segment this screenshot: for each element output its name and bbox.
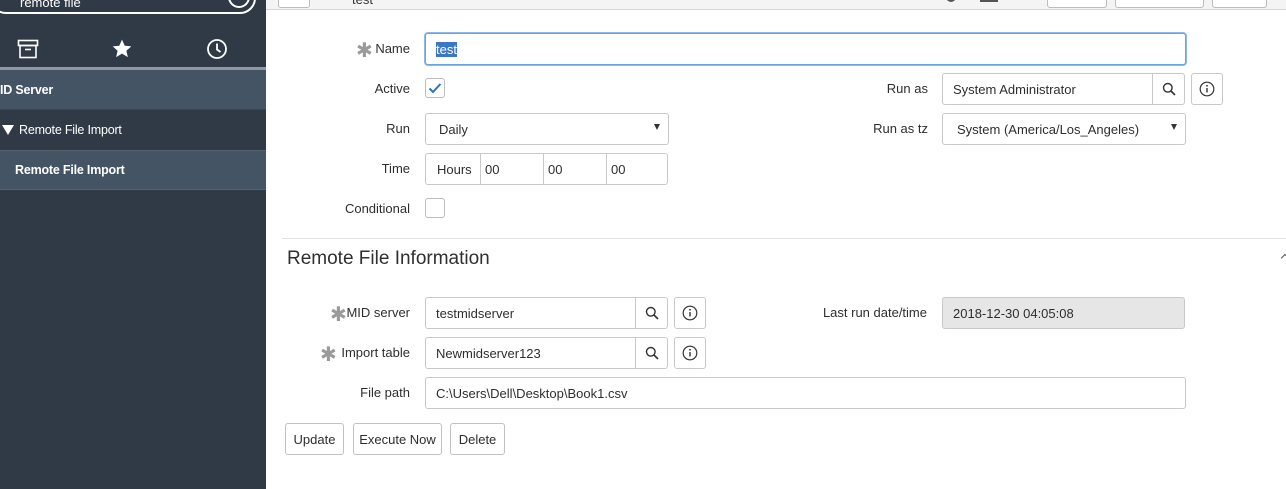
- conditional-label: Conditional: [344, 201, 410, 216]
- delete-button[interactable]: Delete: [450, 423, 505, 455]
- chevron-down-icon: [1171, 124, 1177, 130]
- time-label: Time: [381, 161, 410, 176]
- file-path-input[interactable]: C:\Users\Dell\Desktop\Book1.csv: [425, 377, 1186, 409]
- star-icon: [112, 39, 132, 58]
- all-applications-tab[interactable]: [15, 36, 41, 62]
- update-button[interactable]: Update: [285, 423, 344, 455]
- run-as-input[interactable]: System Administrator: [942, 73, 1153, 105]
- run-as-value: System Administrator: [953, 81, 1076, 97]
- navigator-filter-input[interactable]: remote file: [0, 0, 256, 14]
- record-title: test: [352, 0, 373, 7]
- clear-filter-icon[interactable]: [228, 0, 250, 8]
- section-divider: [282, 238, 1286, 239]
- favorites-tab[interactable]: [109, 36, 135, 62]
- time-hours-input[interactable]: 00: [480, 153, 544, 185]
- clock-icon: [207, 39, 227, 59]
- history-tab[interactable]: [204, 36, 230, 62]
- sidebar-app-label: ID Server: [0, 82, 54, 97]
- collapse-triangle-icon[interactable]: [2, 125, 14, 135]
- sidebar-item-remote-file-import[interactable]: Remote File Import: [0, 150, 266, 190]
- info-icon: [682, 345, 698, 361]
- run-select[interactable]: Daily: [425, 113, 669, 145]
- mid-server-info-button[interactable]: [674, 297, 706, 329]
- run-as-lookup-button[interactable]: [1152, 73, 1185, 105]
- import-table-lookup-button[interactable]: [635, 337, 668, 369]
- application-navigator: remote file ID Server Remote File Import…: [0, 0, 266, 489]
- file-path-value: C:\Users\Dell\Desktop\Book1.csv: [436, 385, 628, 401]
- time-hours-label: Hours: [437, 161, 472, 177]
- form-area: test ✱ Name test Active Run as System Ad…: [266, 0, 1286, 489]
- name-input[interactable]: test: [425, 33, 1186, 65]
- run-as-label: Run as: [886, 81, 928, 96]
- time-minutes-input[interactable]: 00: [543, 153, 607, 185]
- mid-server-lookup-button[interactable]: [635, 297, 668, 329]
- search-icon: [645, 306, 659, 320]
- mid-server-input[interactable]: testmidserver: [425, 297, 636, 329]
- file-path-label: File path: [360, 385, 410, 400]
- header-update-button[interactable]: [1047, 0, 1107, 8]
- navigator-filter-value: remote file: [20, 0, 81, 10]
- name-label: Name: [375, 41, 410, 56]
- section-title: Remote File Information: [287, 248, 490, 269]
- import-table-value: Newmidserver123: [436, 345, 541, 361]
- time-seconds-value: 00: [611, 161, 626, 177]
- mid-server-value: testmidserver: [436, 305, 515, 321]
- header-delete-button[interactable]: [1212, 0, 1267, 8]
- time-hours-addon: Hours: [425, 153, 481, 185]
- navigator-tabs: [0, 28, 266, 70]
- conditional-checkbox[interactable]: [425, 198, 445, 218]
- info-icon: [1199, 81, 1215, 97]
- import-table-input[interactable]: Newmidserver123: [425, 337, 636, 369]
- run-as-tz-selected-value: System (America/Los_Angeles): [957, 121, 1140, 137]
- import-table-label: Import table: [341, 345, 410, 360]
- time-minutes-value: 00: [548, 161, 563, 177]
- search-icon: [1162, 82, 1176, 96]
- name-value: test: [436, 41, 457, 57]
- sidebar-item-label: Remote File Import: [15, 163, 125, 177]
- active-label: Active: [374, 81, 410, 96]
- last-run-label: Last run date/time: [822, 305, 927, 320]
- form-header: test: [266, 0, 1286, 10]
- mid-server-label: MID server: [346, 305, 410, 320]
- time-seconds-input[interactable]: 00: [606, 153, 668, 185]
- info-icon: [682, 305, 698, 321]
- run-as-tz-select[interactable]: System (America/Los_Angeles): [942, 113, 1186, 145]
- time-hours-value: 00: [485, 161, 500, 177]
- mandatory-indicator-icon: ✱: [330, 304, 347, 326]
- sidebar-module-header-label: Remote File Import: [19, 123, 122, 137]
- archive-icon: [17, 39, 39, 59]
- run-as-info-button[interactable]: [1191, 73, 1223, 105]
- sidebar-app-mid-server[interactable]: ID Server: [0, 70, 266, 110]
- execute-now-button[interactable]: Execute Now: [353, 423, 442, 455]
- chevron-down-icon: [654, 124, 660, 130]
- mandatory-indicator-icon: ✱: [320, 344, 337, 366]
- run-selected-value: Daily: [439, 121, 468, 137]
- attachment-icon[interactable]: [946, 0, 956, 2]
- sidebar-module-header[interactable]: Remote File Import: [0, 110, 266, 150]
- checkmark-icon: [428, 83, 442, 94]
- import-table-info-button[interactable]: [674, 337, 706, 369]
- run-label: Run: [386, 121, 410, 136]
- run-as-tz-label: Run as tz: [873, 121, 928, 136]
- last-run-field: 2018-12-30 04:05:08: [942, 297, 1185, 329]
- active-checkbox[interactable]: [425, 78, 445, 98]
- settings-icon[interactable]: [980, 0, 998, 2]
- header-execute-button[interactable]: [1115, 0, 1204, 8]
- back-button[interactable]: [278, 0, 310, 8]
- last-run-value: 2018-12-30 04:05:08: [953, 305, 1074, 321]
- search-icon: [645, 346, 659, 360]
- collapse-section-icon[interactable]: [1280, 253, 1286, 263]
